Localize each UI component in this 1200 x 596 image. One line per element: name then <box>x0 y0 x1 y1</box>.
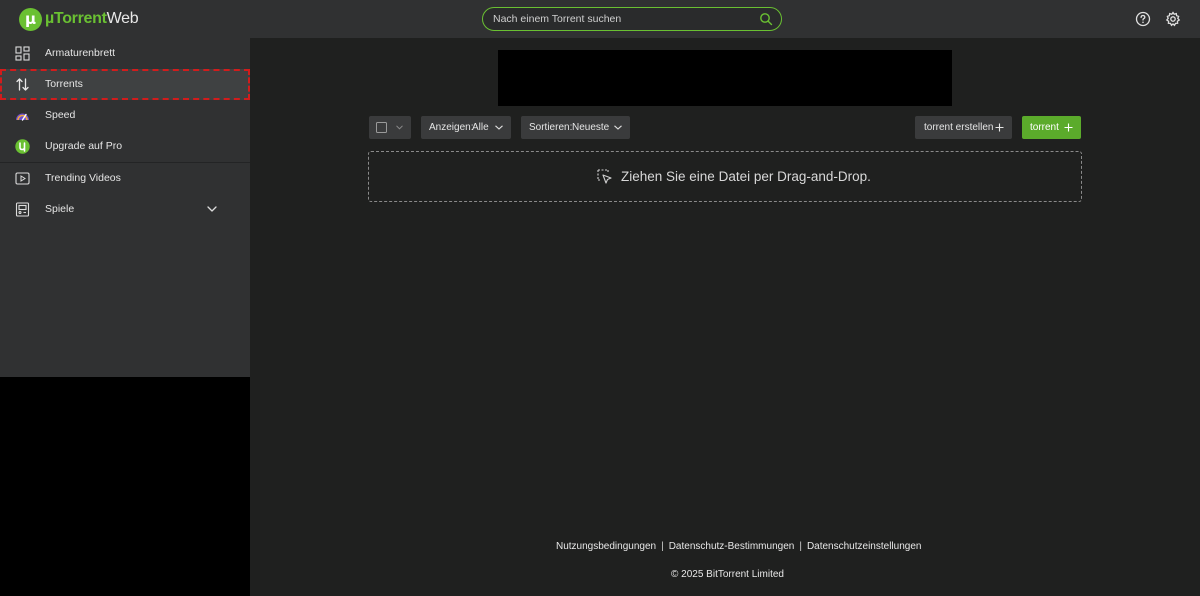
drag-drop-cursor-icon <box>597 169 612 184</box>
utorrent-logo-icon: µ <box>19 7 42 31</box>
create-torrent-label: torrent erstellen <box>924 122 994 133</box>
sidebar-item-label: Upgrade auf Pro <box>45 140 123 152</box>
sidebar: Armaturenbrett Torrents Speed Upgrade au… <box>0 38 250 377</box>
sidebar-item-games[interactable]: Spiele <box>0 194 250 225</box>
privacy-settings-link[interactable]: Datenschutzeinstellungen <box>807 541 922 552</box>
sidebar-item-upgrade-pro[interactable]: Upgrade auf Pro <box>0 131 250 162</box>
brand-suffix: Web <box>106 10 139 27</box>
app-logo[interactable]: µ µTorrentWeb <box>19 7 139 31</box>
footer-separator: | <box>799 541 802 552</box>
filter-value: Alle <box>472 122 489 133</box>
chevron-down-icon[interactable] <box>207 205 217 213</box>
sidebar-empty-area <box>0 377 250 596</box>
top-bar: µ µTorrentWeb <box>0 0 1200 38</box>
search-box[interactable] <box>482 7 782 31</box>
plus-icon <box>995 123 1004 132</box>
sidebar-item-dashboard[interactable]: Armaturenbrett <box>0 38 250 69</box>
transfer-arrows-icon <box>16 78 29 91</box>
help-icon[interactable] <box>1135 11 1151 27</box>
speedometer-icon <box>16 113 29 121</box>
brand-name: µTorrent <box>45 10 107 27</box>
drop-zone[interactable]: Ziehen Sie eine Datei per Drag-and-Drop. <box>368 151 1082 202</box>
sidebar-item-label: Spiele <box>45 203 75 215</box>
footer-separator: | <box>661 541 664 552</box>
utorrent-logo-icon <box>15 139 30 154</box>
drop-zone-text: Ziehen Sie eine Datei per Drag-and-Drop. <box>621 169 871 184</box>
sidebar-item-label: Speed <box>45 109 76 121</box>
sort-value: Neueste <box>572 122 610 133</box>
sidebar-item-label: Trending Videos <box>45 172 121 184</box>
sort-label: Sortieren: <box>529 122 573 133</box>
chevron-down-icon <box>396 125 403 130</box>
filter-dropdown[interactable]: Anzeigen: Alle <box>421 116 511 139</box>
select-all-dropdown[interactable] <box>369 116 411 139</box>
chevron-down-icon <box>614 125 622 130</box>
ad-banner[interactable] <box>498 50 952 106</box>
terms-link[interactable]: Nutzungsbedingungen <box>556 541 656 552</box>
plus-icon <box>1064 123 1073 132</box>
checkbox-icon[interactable] <box>376 122 387 133</box>
sidebar-item-label: Armaturenbrett <box>45 47 116 59</box>
copyright-text: © 2025 BitTorrent Limited <box>671 569 784 580</box>
add-torrent-label: torrent <box>1030 122 1059 133</box>
sort-dropdown[interactable]: Sortieren: Neueste <box>521 116 630 139</box>
search-input[interactable] <box>493 11 743 27</box>
sidebar-item-trending-videos[interactable]: Trending Videos <box>0 163 250 194</box>
sidebar-item-label: Torrents <box>45 78 83 90</box>
chevron-down-icon <box>495 125 503 130</box>
add-torrent-button[interactable]: torrent <box>1022 116 1081 139</box>
video-play-icon <box>15 172 30 185</box>
footer-links: Nutzungsbedingungen | Datenschutz-Bestimmu… <box>556 541 921 552</box>
filter-label: Anzeigen: <box>429 122 474 133</box>
dashboard-grid-icon <box>15 46 30 61</box>
sidebar-item-torrents[interactable]: Torrents <box>0 69 250 100</box>
privacy-policy-link[interactable]: Datenschutz-Bestimmungen <box>669 541 795 552</box>
search-icon[interactable] <box>759 12 773 26</box>
sidebar-item-speed[interactable]: Speed <box>0 100 250 131</box>
app-title: µTorrentWeb <box>45 10 139 28</box>
gear-icon[interactable] <box>1165 11 1181 27</box>
create-torrent-button[interactable]: torrent erstellen <box>915 116 1012 139</box>
arcade-icon <box>15 202 30 217</box>
